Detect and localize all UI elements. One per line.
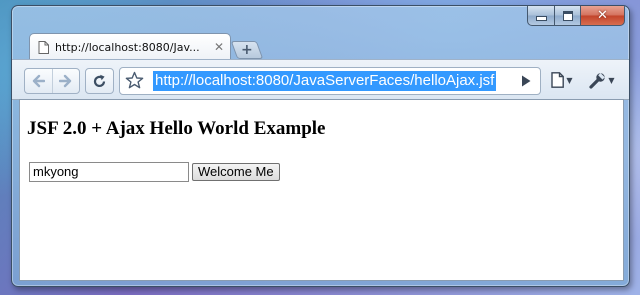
star-icon[interactable] <box>125 71 144 90</box>
browser-tab[interactable]: http://localhost:8080/Jav... ✕ <box>29 33 231 60</box>
page-title: JSF 2.0 + Ajax Hello World Example <box>27 118 326 139</box>
name-input[interactable]: mkyong <box>29 162 189 182</box>
forward-arrow-icon <box>58 74 71 88</box>
minimize-button[interactable] <box>527 6 555 26</box>
minimize-icon <box>535 16 547 21</box>
dropdown-caret-icon: ▼ <box>608 75 615 85</box>
nav-buttons <box>24 68 80 94</box>
reload-icon <box>93 74 106 87</box>
tools-menu-button[interactable]: ▼ <box>584 68 620 92</box>
caption-buttons: ✕ <box>527 6 625 26</box>
page-menu-icon <box>551 72 565 88</box>
tab-close-icon[interactable]: ✕ <box>214 40 224 54</box>
maximize-button[interactable] <box>555 6 581 26</box>
play-icon <box>522 75 531 87</box>
forward-button[interactable] <box>51 69 80 93</box>
page-icon <box>38 40 49 54</box>
reload-button[interactable] <box>85 68 114 94</box>
close-icon: ✕ <box>597 8 608 23</box>
dropdown-caret-icon: ▼ <box>566 75 573 85</box>
wrench-icon <box>589 72 606 89</box>
new-tab-button[interactable]: + <box>230 41 264 59</box>
address-bar[interactable]: http://localhost:8080/JavaServerFaces/he… <box>119 67 541 95</box>
toolbar: http://localhost:8080/JavaServerFaces/he… <box>12 59 629 100</box>
page-content: JSF 2.0 + Ajax Hello World Example mkyon… <box>19 99 624 281</box>
welcome-me-button[interactable]: Welcome Me <box>192 163 280 181</box>
plus-icon: + <box>241 42 253 58</box>
maximize-icon <box>562 10 573 21</box>
browser-window: ✕ http://localhost:8080/Jav... ✕ + http:… <box>11 5 630 287</box>
url-text[interactable]: http://localhost:8080/JavaServerFaces/he… <box>153 71 497 91</box>
close-window-button[interactable]: ✕ <box>581 6 625 26</box>
tab-title: http://localhost:8080/Jav... <box>55 40 200 54</box>
go-button[interactable] <box>515 71 537 91</box>
back-button[interactable] <box>25 69 52 93</box>
page-menu-button[interactable]: ▼ <box>545 68 579 92</box>
back-arrow-icon <box>33 74 46 88</box>
